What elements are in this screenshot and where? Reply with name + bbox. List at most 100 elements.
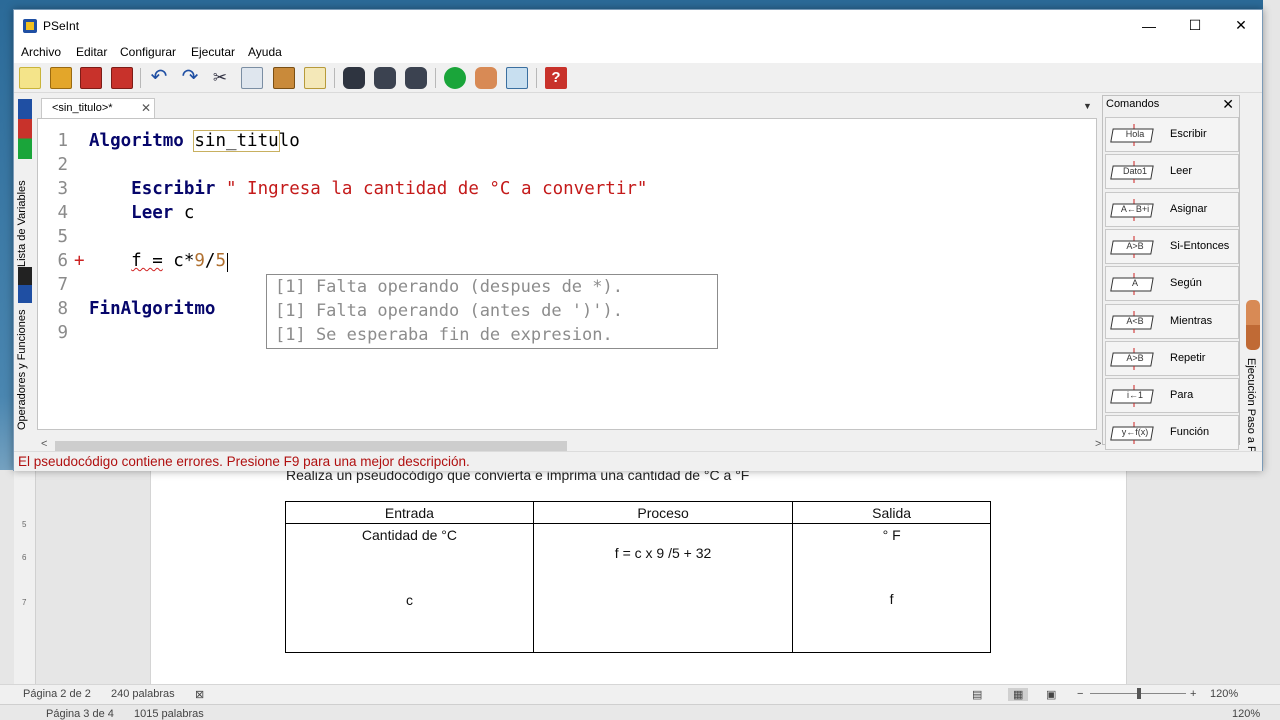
command-label: Para (1170, 389, 1194, 402)
menu-editar[interactable]: Editar (76, 45, 107, 59)
zoom-level[interactable]: 120% (1210, 688, 1238, 700)
footsteps-icon (1246, 300, 1260, 350)
menu-ayuda[interactable]: Ayuda (248, 45, 282, 59)
tab-sin-titulo[interactable]: <sin_titulo>* ✕ (41, 98, 155, 118)
close-button[interactable]: ✕ (1218, 10, 1264, 41)
close-tab-icon[interactable]: ✕ (141, 101, 151, 115)
left-side-tabs: Lista de Variables Operadores y Funcione… (14, 95, 36, 430)
command-si-entonces[interactable]: A>B Si-Entonces (1105, 228, 1239, 264)
save-icon[interactable] (80, 67, 102, 89)
page-count[interactable]: Página 2 de 2 (23, 688, 91, 700)
entrada-variable: c (405, 592, 413, 608)
code-line[interactable]: 6 + f = c*9/5 (38, 251, 1096, 275)
zoom-in-icon[interactable]: + (1190, 688, 1196, 700)
menu-archivo[interactable]: Archivo (21, 45, 61, 59)
command-mientras[interactable]: A<B Mientras (1105, 303, 1239, 339)
code-text: Algoritmo sin_titulo (89, 130, 300, 152)
indent-icon[interactable] (304, 67, 326, 89)
command-funci-n[interactable]: y←f(x) Función (1105, 415, 1239, 451)
proofing-icon[interactable]: ⊠ (195, 688, 204, 701)
find-icon[interactable] (343, 67, 365, 89)
open-file-icon[interactable] (50, 67, 72, 89)
copy-icon[interactable] (241, 67, 263, 89)
flowchart-icon[interactable] (506, 67, 528, 89)
command-label: Escribir (1170, 128, 1207, 140)
undo-icon[interactable]: ↶ (148, 67, 170, 89)
command-glyph: y←f(x) (1121, 427, 1149, 438)
step-by-step-icon[interactable] (475, 67, 497, 89)
word-count[interactable]: 240 palabras (111, 688, 175, 700)
redo-icon[interactable]: ↷ (179, 67, 201, 89)
command-label: Leer (1170, 165, 1193, 178)
code-line[interactable]: 2 (38, 155, 1096, 179)
line-number: 9 (57, 323, 68, 343)
maximize-button[interactable]: ☐ (1172, 10, 1218, 41)
cut-icon[interactable]: ✂ (209, 67, 231, 89)
new-file-icon[interactable] (19, 67, 41, 89)
segun-icon: A (1110, 273, 1158, 296)
web-layout-icon[interactable]: ▣ (1046, 688, 1056, 701)
code-token: c (173, 203, 195, 223)
command-repetir[interactable]: A>B Repetir (1105, 340, 1239, 376)
table-cell-proceso[interactable]: f = c x 9 /5 + 32 (532, 523, 794, 653)
status-message: El pseudocódigo contiene errores. Presio… (18, 454, 470, 469)
code-text: f = c*9/5 (89, 251, 226, 271)
command-glyph: i←1 (1126, 390, 1143, 401)
toolbar-separator (536, 68, 537, 88)
title-bar[interactable]: PSeInt — ☐ ✕ (14, 10, 1262, 41)
salida-label: ° F (882, 527, 901, 543)
print-layout-icon[interactable]: ▦ (1008, 688, 1029, 701)
zoom-out-icon[interactable]: − (1077, 688, 1083, 700)
save-as-icon[interactable] (111, 67, 133, 89)
error-marker: + (74, 251, 85, 271)
code-editor[interactable]: 1 Algoritmo sin_titulo 2 3 Escribir " Ingre… (37, 118, 1097, 430)
tab-operadores-y-funciones[interactable]: Operadores y Funciones (16, 305, 34, 430)
para-icon: i←1 (1110, 385, 1158, 408)
conversion-table: Entrada Proceso Salida Cantidad de °C c … (285, 501, 991, 653)
table-cell-salida[interactable]: ° F f (792, 523, 991, 653)
tab-dropdown-icon[interactable]: ▼ (1083, 101, 1092, 111)
scrollbar-thumb[interactable] (55, 441, 567, 451)
table-header-entrada: Entrada (285, 501, 534, 524)
command-para[interactable]: i←1 Para (1105, 378, 1239, 414)
code-line[interactable]: 3 Escribir " Ingresa la cantidad de °C a… (38, 179, 1096, 203)
scroll-left-icon[interactable]: < (41, 438, 47, 450)
toolbar-separator (334, 68, 335, 88)
word-vertical-ruler: 5 6 7 (14, 470, 36, 684)
code-line[interactable]: 4 Leer c (38, 203, 1096, 227)
find-prev-icon[interactable] (374, 67, 396, 89)
menu-configurar[interactable]: Configurar (120, 45, 176, 59)
line-number: 6 (57, 251, 68, 271)
find-next-icon[interactable] (405, 67, 427, 89)
paste-icon[interactable] (273, 67, 295, 89)
table-header-salida: Salida (792, 501, 991, 524)
help-icon[interactable]: ? (545, 67, 567, 89)
code-line[interactable]: 1 Algoritmo sin_titulo (38, 130, 1096, 155)
command-seg-n[interactable]: A Según (1105, 266, 1239, 302)
command-escribir[interactable]: Hola Escribir (1105, 117, 1239, 152)
command-glyph: A (1131, 278, 1138, 289)
code-line[interactable]: 5 (38, 227, 1096, 251)
zoom-slider-thumb[interactable] (1137, 688, 1141, 699)
run-icon[interactable] (444, 67, 466, 89)
error-message: [1] Se esperaba fin de expresion. (275, 325, 613, 345)
commands-panel: Comandos ✕ Hola Escribir Dato1 Leer A←B+i Asi… (1102, 95, 1240, 451)
close-panel-icon[interactable]: ✕ (1222, 96, 1234, 113)
command-asignar[interactable]: A←B+i Asignar (1105, 191, 1239, 227)
command-label: Repetir (1170, 351, 1206, 364)
command-leer[interactable]: Dato1 Leer (1105, 154, 1239, 190)
step-by-step-tab-label[interactable]: Ejecución Paso a Paso (1245, 358, 1257, 463)
code-token: 5 (215, 251, 227, 271)
menu-ejecutar[interactable]: Ejecutar (191, 45, 235, 59)
funcion-icon: y←f(x) (1110, 422, 1158, 445)
table-cell-entrada[interactable]: Cantidad de °C c (285, 523, 534, 653)
minimize-button[interactable]: — (1126, 10, 1172, 41)
repetir-icon: A>B (1110, 347, 1158, 370)
read-mode-icon[interactable]: ▤ (972, 688, 982, 701)
command-glyph: A<B (1126, 315, 1144, 326)
scroll-right-icon[interactable]: > (1095, 438, 1101, 450)
tab-lista-de-variables[interactable]: Lista de Variables (16, 167, 34, 267)
line-number: 5 (57, 227, 68, 247)
